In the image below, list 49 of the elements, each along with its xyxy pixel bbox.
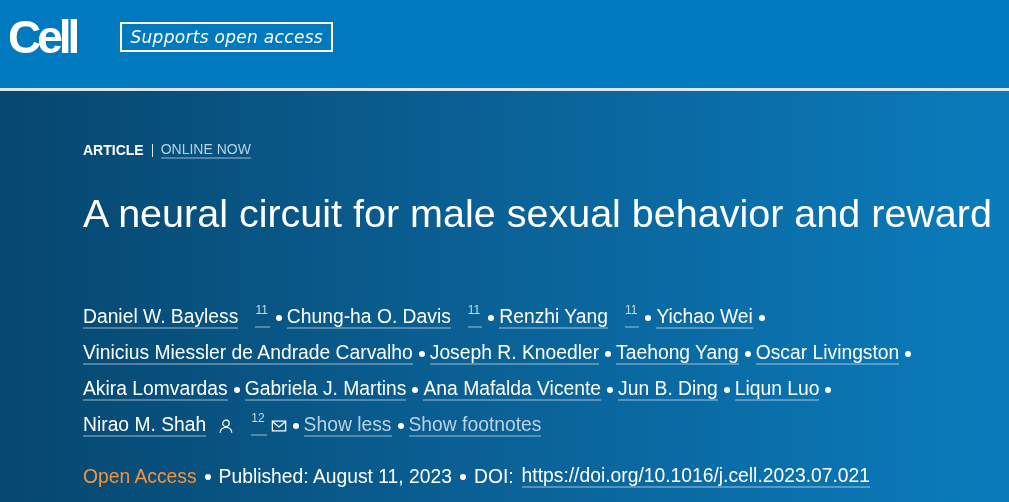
author-link[interactable]: Chung-ha O. Davis (286, 307, 451, 329)
bullet-dot (397, 423, 404, 429)
bullet-dot (723, 387, 730, 393)
open-access-label: Open Access (83, 466, 197, 488)
bullet-dot (204, 474, 211, 480)
toggle-link[interactable]: Show footnotes (408, 415, 542, 437)
doi-label: DOI: (473, 466, 514, 488)
author-link[interactable]: Akira Lomvardas (83, 379, 228, 401)
published-date: Published: August 11, 2023 (218, 466, 452, 488)
author-link[interactable]: Daniel W. Bayless (83, 307, 239, 329)
footnote-link[interactable]: 12 (251, 412, 267, 436)
bullet-dot (459, 474, 466, 480)
article-type: ARTICLE (83, 142, 144, 158)
bullet-dot (645, 315, 652, 321)
author-link[interactable]: Yichao Wei (656, 307, 753, 329)
author-link[interactable]: Joseph R. Knoedler (429, 343, 600, 365)
footnote-link[interactable]: 11 (467, 304, 483, 328)
bullet-dot (275, 315, 282, 321)
author-link[interactable]: Vinicius Miessler de Andrade Carvalho (83, 343, 413, 365)
bullet-dot (233, 387, 240, 393)
article-title: A neural circuit for male sexual behavior and reward (83, 191, 993, 235)
bullet-dot (744, 351, 751, 357)
bullet-dot (905, 351, 912, 357)
bullet-dot (412, 387, 419, 393)
author-link[interactable]: Oscar Livingston (755, 343, 900, 365)
logo[interactable]: Cell (8, 17, 77, 57)
toggle-link[interactable]: Show less (303, 415, 392, 437)
author-link[interactable]: Gabriela J. Martins (244, 379, 407, 401)
bullet-dot (607, 387, 614, 393)
bullet-dot (605, 351, 612, 357)
person-icon[interactable] (218, 418, 235, 434)
author-link[interactable]: Renzhi Yang (499, 307, 608, 329)
open-access-badge: Supports open access (120, 22, 333, 52)
footnote-link[interactable]: 11 (624, 304, 640, 328)
doi-link[interactable]: https://doi.org/10.1016/j.cell.2023.07.021 (521, 466, 870, 488)
bullet-dot (418, 351, 425, 357)
bullet-dot (488, 315, 495, 321)
bullet-dot (292, 423, 299, 429)
author-link[interactable]: Liqun Luo (734, 379, 820, 401)
mail-icon[interactable] (270, 418, 287, 434)
footnote-link[interactable]: 11 (255, 304, 270, 328)
divider-bar (151, 143, 153, 157)
bullet-dot (825, 387, 832, 393)
author-link[interactable]: Jun B. Ding (618, 379, 718, 401)
bullet-dot (758, 315, 765, 321)
status-link[interactable]: ONLINE NOW (160, 141, 251, 159)
author-link[interactable]: Nirao M. Shah (83, 415, 207, 437)
author-link[interactable]: Ana Mafalda Vicente (423, 379, 602, 401)
author-link[interactable]: Taehong Yang (616, 343, 739, 365)
